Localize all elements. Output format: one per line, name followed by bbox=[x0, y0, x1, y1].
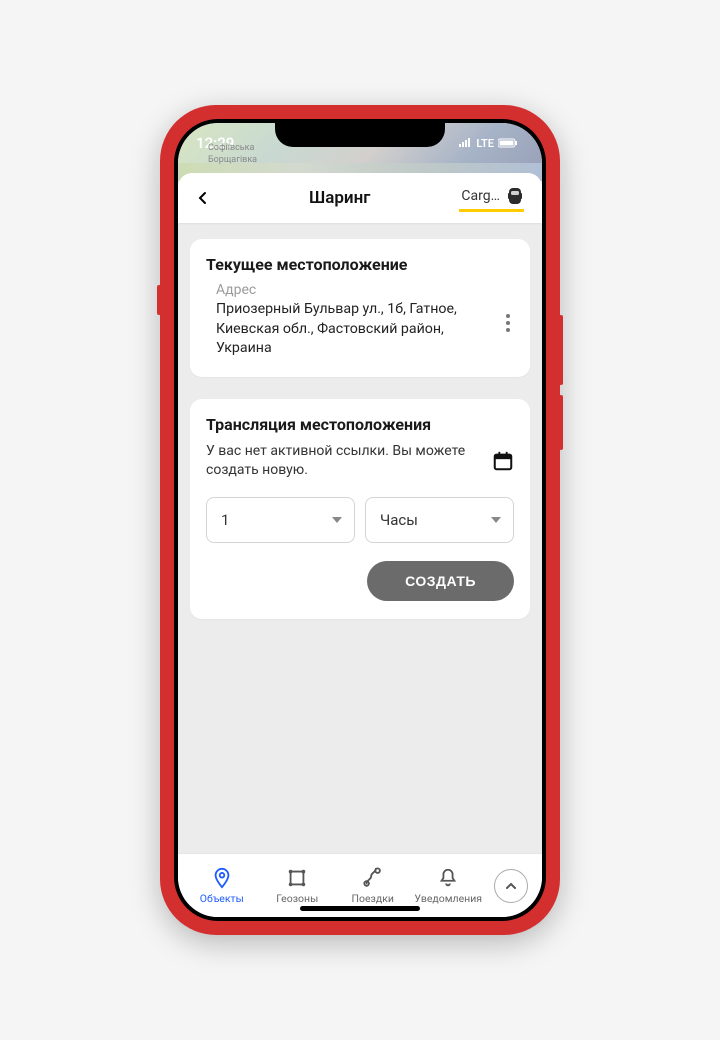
notch bbox=[275, 119, 445, 147]
nav-trips[interactable]: Поездки bbox=[335, 867, 411, 905]
pin-icon bbox=[211, 867, 233, 889]
status-network: LTE bbox=[476, 137, 494, 150]
content-area: Текущее местоположение Адрес Приозерный … bbox=[178, 223, 542, 853]
chevron-down-icon bbox=[332, 517, 342, 523]
calendar-icon[interactable] bbox=[492, 450, 514, 472]
nav-label: Уведомления bbox=[414, 892, 482, 905]
nav-geozones[interactable]: Геозоны bbox=[260, 867, 336, 905]
broadcast-title: Трансляция местоположения bbox=[206, 415, 514, 434]
more-menu-icon[interactable] bbox=[502, 306, 514, 340]
duration-unit: Часы bbox=[380, 511, 418, 529]
page-title: Шаринг bbox=[220, 188, 459, 208]
polygon-icon bbox=[286, 867, 308, 889]
route-icon bbox=[362, 867, 384, 889]
address-label: Адрес bbox=[216, 282, 514, 298]
nav-notifications[interactable]: Уведомления bbox=[411, 867, 487, 905]
collapse-button[interactable] bbox=[494, 869, 528, 903]
broadcast-card: Трансляция местоположения У вас нет акти… bbox=[190, 399, 530, 619]
nav-label: Геозоны bbox=[276, 892, 318, 905]
phone-frame: 12:29 LTE Софіївська Борщагівка Шаринг C… bbox=[160, 105, 560, 935]
back-button[interactable] bbox=[196, 186, 220, 210]
unit-label: Carg… bbox=[461, 188, 500, 204]
chevron-up-icon bbox=[504, 879, 518, 893]
duration-value-select[interactable]: 1 bbox=[206, 497, 355, 543]
status-indicators: LTE bbox=[458, 137, 518, 150]
duration-value: 1 bbox=[221, 511, 229, 529]
current-location-title: Текущее местоположение bbox=[206, 255, 514, 274]
nav-objects[interactable]: Объекты bbox=[184, 867, 260, 905]
duration-unit-select[interactable]: Часы bbox=[365, 497, 514, 543]
current-location-card: Текущее местоположение Адрес Приозерный … bbox=[190, 239, 530, 377]
nav-label: Поездки bbox=[352, 892, 394, 905]
broadcast-info: У вас нет активной ссылки. Вы можете соз… bbox=[206, 442, 482, 481]
nav-label: Объекты bbox=[200, 892, 244, 905]
car-icon bbox=[506, 185, 524, 207]
home-indicator bbox=[300, 906, 420, 911]
create-button[interactable]: СОЗДАТЬ bbox=[367, 561, 514, 601]
bell-icon bbox=[437, 867, 459, 889]
chevron-down-icon bbox=[491, 517, 501, 523]
page-header: Шаринг Carg… bbox=[178, 173, 542, 223]
address-text: Приозерный Бульвар ул., 1б, Гатное, Киев… bbox=[216, 300, 502, 359]
unit-selector[interactable]: Carg… bbox=[459, 185, 524, 212]
